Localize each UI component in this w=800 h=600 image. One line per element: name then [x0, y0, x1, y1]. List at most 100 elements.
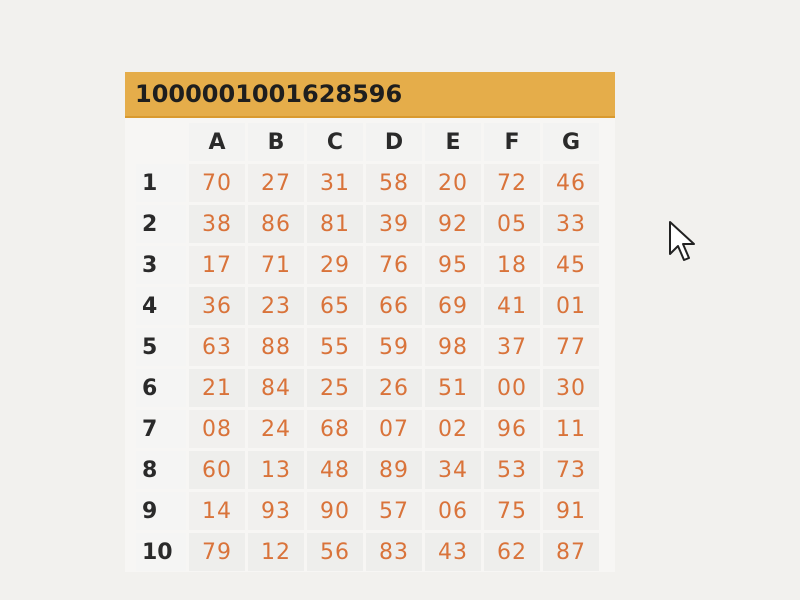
- row-header: 9: [136, 492, 186, 530]
- grid-cell: 66: [366, 287, 422, 325]
- grid-cell: 43: [425, 533, 481, 571]
- row-header: 7: [136, 410, 186, 448]
- grid-cell: 93: [248, 492, 304, 530]
- column-header: C: [307, 123, 363, 161]
- grid-cell: 89: [366, 451, 422, 489]
- grid-cell: 58: [366, 164, 422, 202]
- mouse-pointer-icon: [669, 221, 695, 261]
- grid-row: 4 36 23 65 66 69 41 01: [136, 287, 599, 325]
- grid-cell: 27: [248, 164, 304, 202]
- grid-cell: 75: [484, 492, 540, 530]
- grid-cell: 88: [248, 328, 304, 366]
- row-header: 2: [136, 205, 186, 243]
- grid-row: 6 21 84 25 26 51 00 30: [136, 369, 599, 407]
- grid-cell: 34: [425, 451, 481, 489]
- grid-row: 2 38 86 81 39 92 05 33: [136, 205, 599, 243]
- grid-cell: 02: [425, 410, 481, 448]
- grid-cell: 60: [189, 451, 245, 489]
- grid-cell: 45: [543, 246, 599, 284]
- grid-cell: 83: [366, 533, 422, 571]
- grid-cell: 76: [366, 246, 422, 284]
- grid-cell: 17: [189, 246, 245, 284]
- grid-cell: 53: [484, 451, 540, 489]
- card-header: 1000001001628596: [125, 72, 615, 118]
- grid-cell: 36: [189, 287, 245, 325]
- grid-cell: 31: [307, 164, 363, 202]
- grid-cell: 39: [366, 205, 422, 243]
- grid-cell: 81: [307, 205, 363, 243]
- card-id: 1000001001628596: [135, 80, 403, 108]
- grid-cell: 25: [307, 369, 363, 407]
- grid-cell: 13: [248, 451, 304, 489]
- grid-cell: 11: [543, 410, 599, 448]
- grid-row: 7 08 24 68 07 02 96 11: [136, 410, 599, 448]
- row-header: 4: [136, 287, 186, 325]
- row-header: 8: [136, 451, 186, 489]
- grid-body: 1 70 27 31 58 20 72 46 2 38 86 81 39 92 05 33 3 17 71 29 76 9…: [136, 164, 599, 571]
- grid-cell: 26: [366, 369, 422, 407]
- grid-cell: 37: [484, 328, 540, 366]
- grid-cell: 73: [543, 451, 599, 489]
- grid-cell: 06: [425, 492, 481, 530]
- grid-cell: 84: [248, 369, 304, 407]
- grid-cell: 30: [543, 369, 599, 407]
- grid-cell: 87: [543, 533, 599, 571]
- grid-row: 10 79 12 56 83 43 62 87: [136, 533, 599, 571]
- grid-cell: 23: [248, 287, 304, 325]
- grid-cell: 90: [307, 492, 363, 530]
- grid-cell: 18: [484, 246, 540, 284]
- grid-cell: 56: [307, 533, 363, 571]
- grid-cell: 48: [307, 451, 363, 489]
- grid-cell: 72: [484, 164, 540, 202]
- grid-cell: 21: [189, 369, 245, 407]
- grid-cell: 77: [543, 328, 599, 366]
- grid-cell: 29: [307, 246, 363, 284]
- grid-cell: 69: [425, 287, 481, 325]
- grid-cell: 71: [248, 246, 304, 284]
- row-header: 10: [136, 533, 186, 571]
- grid-cell: 55: [307, 328, 363, 366]
- grid-row: 5 63 88 55 59 98 37 77: [136, 328, 599, 366]
- grid-cell: 46: [543, 164, 599, 202]
- security-card: 1000001001628596 A B C D E F G 1 70 27 31 58…: [125, 72, 615, 572]
- row-header: 3: [136, 246, 186, 284]
- grid-cell: 05: [484, 205, 540, 243]
- row-header: 6: [136, 369, 186, 407]
- grid-row: 8 60 13 48 89 34 53 73: [136, 451, 599, 489]
- grid-cell: 68: [307, 410, 363, 448]
- grid-cell: 98: [425, 328, 481, 366]
- column-header: G: [543, 123, 599, 161]
- grid-cell: 24: [248, 410, 304, 448]
- grid-cell: 59: [366, 328, 422, 366]
- code-grid: A B C D E F G 1 70 27 31 58 20 72 46 2 38 86 81 39 92…: [133, 120, 602, 574]
- column-header: F: [484, 123, 540, 161]
- grid-cell: 07: [366, 410, 422, 448]
- grid-cell: 79: [189, 533, 245, 571]
- grid-cell: 41: [484, 287, 540, 325]
- column-header: D: [366, 123, 422, 161]
- grid-cell: 51: [425, 369, 481, 407]
- row-header: 5: [136, 328, 186, 366]
- grid-cell: 65: [307, 287, 363, 325]
- grid-cell: 95: [425, 246, 481, 284]
- grid-cell: 20: [425, 164, 481, 202]
- grid-cell: 96: [484, 410, 540, 448]
- grid-cell: 86: [248, 205, 304, 243]
- column-header: A: [189, 123, 245, 161]
- grid-cell: 14: [189, 492, 245, 530]
- grid-cell: 63: [189, 328, 245, 366]
- column-header: E: [425, 123, 481, 161]
- row-header: 1: [136, 164, 186, 202]
- grid-cell: 92: [425, 205, 481, 243]
- grid-row: 9 14 93 90 57 06 75 91: [136, 492, 599, 530]
- grid-row: 1 70 27 31 58 20 72 46: [136, 164, 599, 202]
- grid-cell: 12: [248, 533, 304, 571]
- column-header: B: [248, 123, 304, 161]
- grid-cell: 00: [484, 369, 540, 407]
- grid-corner: [136, 123, 186, 161]
- grid-cell: 01: [543, 287, 599, 325]
- grid-row: 3 17 71 29 76 95 18 45: [136, 246, 599, 284]
- grid-cell: 33: [543, 205, 599, 243]
- column-header-row: A B C D E F G: [136, 123, 599, 161]
- grid-cell: 91: [543, 492, 599, 530]
